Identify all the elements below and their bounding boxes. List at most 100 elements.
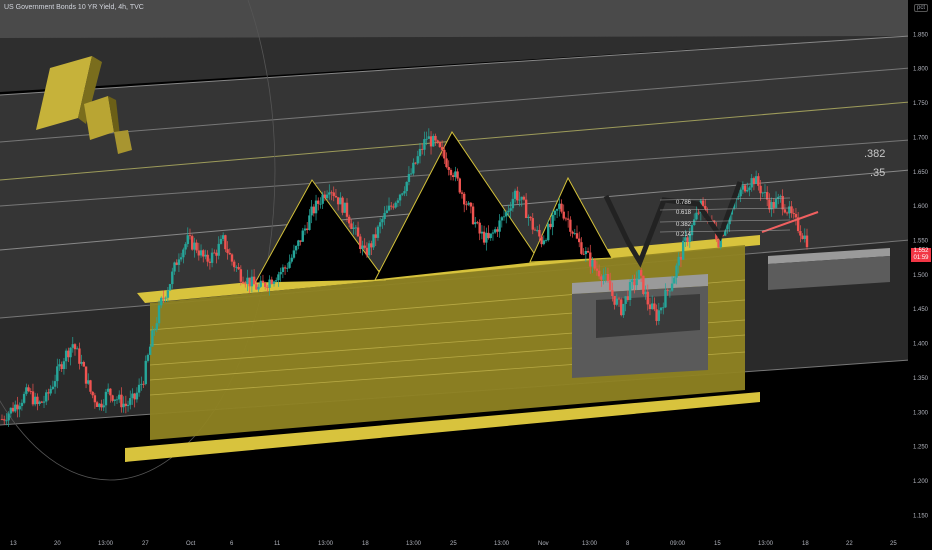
candle-body bbox=[294, 245, 298, 251]
candle-body bbox=[664, 289, 667, 308]
time-tick-label: 25 bbox=[450, 541, 457, 547]
price-tick-label: 1.250 bbox=[913, 445, 929, 451]
candle-body bbox=[593, 260, 596, 269]
candle-body bbox=[524, 199, 528, 218]
candle-body bbox=[197, 250, 201, 256]
candle-body bbox=[434, 135, 437, 141]
candle-body bbox=[60, 364, 63, 370]
candle-body bbox=[102, 405, 105, 408]
candle-body bbox=[164, 297, 167, 299]
candle-body bbox=[317, 200, 320, 204]
candle-body bbox=[142, 383, 145, 385]
candle-body bbox=[750, 178, 753, 188]
candle-body bbox=[109, 388, 112, 396]
candle-body bbox=[613, 296, 616, 305]
candle-body bbox=[199, 250, 203, 256]
candle-body bbox=[443, 149, 446, 159]
candle-body bbox=[624, 296, 627, 304]
level-label-35: .35 bbox=[870, 167, 886, 179]
candle-body bbox=[45, 392, 48, 402]
candle-body bbox=[396, 200, 400, 203]
candle-body bbox=[547, 223, 550, 241]
time-axis[interactable]: 13 20 13:00 27 Oct 6 11 13:00 18 13:00 25 13:00 Nov 1… bbox=[0, 536, 932, 550]
candle-body bbox=[717, 239, 720, 248]
chart-canvas[interactable]: 0.786 0.618 0.382 0.214 1.1501.2001.2501… bbox=[0, 0, 932, 550]
candle-body bbox=[321, 194, 324, 204]
candle-body bbox=[104, 391, 108, 406]
candle-body bbox=[779, 195, 782, 197]
candle-body bbox=[106, 388, 110, 392]
candle-body bbox=[604, 274, 607, 276]
candle-body bbox=[633, 279, 636, 286]
candle-body bbox=[42, 401, 46, 403]
candle-body bbox=[690, 224, 694, 236]
candle-body bbox=[628, 282, 632, 300]
candle-body bbox=[100, 403, 103, 408]
candle-body bbox=[235, 267, 238, 268]
candle-body bbox=[137, 384, 141, 393]
candle-body bbox=[602, 275, 605, 280]
candle-body bbox=[432, 135, 435, 147]
candle-body bbox=[566, 218, 570, 220]
time-tick-label: 25 bbox=[890, 541, 897, 547]
price-axis[interactable]: 1.150 1.200 1.250 1.300 1.350 1.400 1.450 1.500… bbox=[908, 0, 932, 550]
candle-body bbox=[332, 192, 335, 196]
candle-body bbox=[582, 253, 585, 255]
symbol-header[interactable]: US Government Bonds 10 YR Yield, 4h, TVC bbox=[4, 4, 144, 11]
current-price-tag[interactable]: 1.552 01:59 bbox=[911, 248, 931, 262]
candle-body bbox=[259, 280, 262, 287]
price-tick-label: 1.700 bbox=[913, 135, 929, 141]
price-tick-label: 1.200 bbox=[913, 479, 929, 485]
candle-body bbox=[560, 203, 563, 212]
candle-body bbox=[140, 383, 143, 385]
candle-body bbox=[354, 227, 358, 229]
candle-body bbox=[314, 200, 318, 214]
candle-body bbox=[412, 162, 415, 174]
candle-body bbox=[325, 194, 329, 199]
candle-body bbox=[162, 297, 165, 299]
candle-body bbox=[246, 277, 249, 284]
candle-body bbox=[25, 387, 28, 394]
candle-body bbox=[281, 267, 285, 272]
candle-body bbox=[290, 257, 293, 262]
candle-body bbox=[7, 413, 10, 421]
candle-body bbox=[635, 279, 638, 286]
candle-body bbox=[471, 206, 475, 225]
candle-body bbox=[359, 236, 362, 250]
candle-body bbox=[241, 281, 245, 284]
current-price-value: 1.552 bbox=[913, 248, 929, 254]
candle-body bbox=[493, 229, 497, 233]
candle-body bbox=[746, 189, 749, 192]
candle-body bbox=[467, 202, 470, 205]
candle-body bbox=[363, 245, 366, 248]
candle-body bbox=[456, 171, 459, 179]
candle-body bbox=[562, 211, 565, 219]
candle-body bbox=[427, 136, 431, 139]
candle-body bbox=[3, 419, 6, 421]
candle-body bbox=[739, 189, 742, 197]
candle-body bbox=[367, 243, 371, 256]
candle-body bbox=[89, 380, 92, 392]
candle-body bbox=[487, 232, 490, 239]
candle-body bbox=[542, 240, 546, 245]
candle-body bbox=[20, 402, 24, 407]
candle-body bbox=[184, 244, 187, 250]
candle-body bbox=[540, 236, 543, 245]
candle-body bbox=[210, 252, 214, 263]
candle-body bbox=[131, 393, 134, 399]
candle-body bbox=[239, 269, 243, 282]
price-tick-label: 1.350 bbox=[913, 376, 929, 382]
candle-body bbox=[463, 193, 466, 205]
candle-body bbox=[518, 199, 521, 201]
candle-body bbox=[639, 270, 643, 276]
candle-body bbox=[783, 209, 787, 213]
candle-body bbox=[743, 185, 747, 192]
candle-body bbox=[111, 395, 114, 401]
candle-body bbox=[489, 233, 492, 239]
candle-body bbox=[146, 354, 150, 361]
candle-body bbox=[266, 286, 269, 288]
candle-body bbox=[491, 232, 495, 234]
candle-body bbox=[768, 199, 771, 210]
candle-body bbox=[133, 393, 136, 400]
time-tick-label: 09:00 bbox=[670, 541, 686, 547]
